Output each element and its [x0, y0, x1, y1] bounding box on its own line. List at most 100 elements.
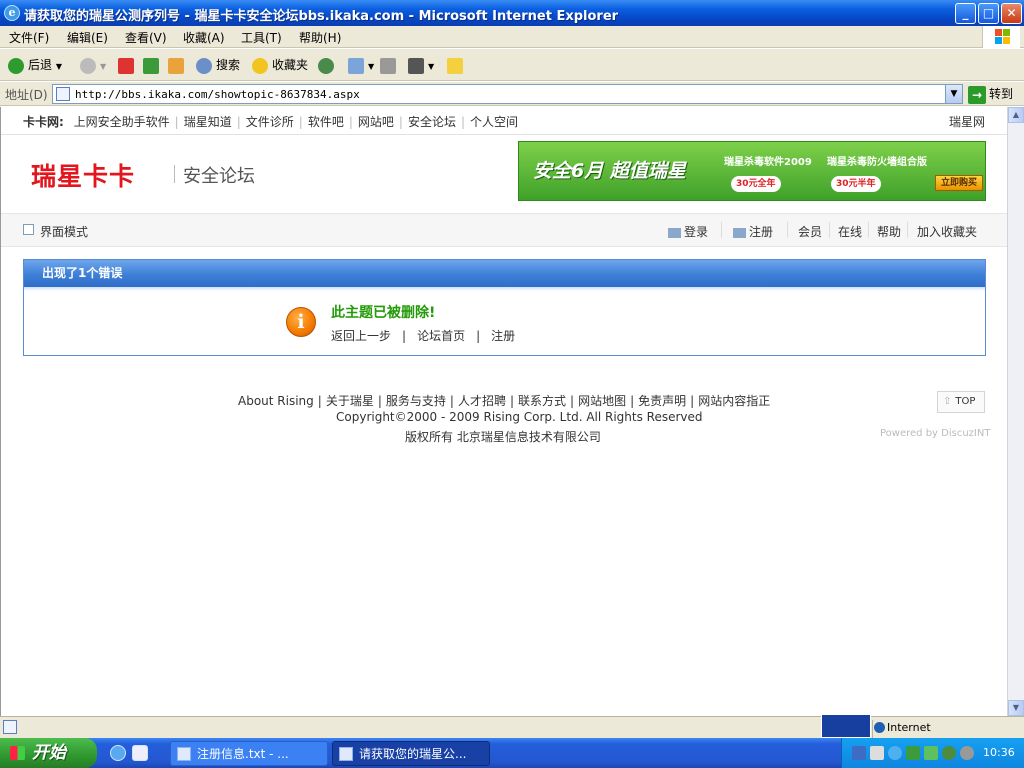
keyboard-language-icon[interactable]: [821, 714, 871, 738]
topnav-link-website-bar[interactable]: 网站吧: [358, 115, 394, 129]
favorites-button[interactable]: 收藏夹: [252, 55, 308, 75]
banner-buy-button[interactable]: 立即购买: [935, 175, 983, 191]
info-icon: i: [286, 307, 316, 337]
forward-button[interactable]: ▼: [80, 55, 106, 75]
start-label: 开始: [32, 743, 66, 763]
back-button[interactable]: 后退 ▼: [8, 55, 62, 75]
windows-taskbar: 开始 注册信息.txt - ... 请获取您的瑞星公... 10:36: [0, 738, 1024, 768]
maximize-button[interactable]: □: [978, 3, 999, 24]
banner-offer1: 30元全年: [731, 176, 781, 192]
go-button[interactable]: → 转到: [968, 84, 1013, 104]
history-button[interactable]: [318, 55, 338, 75]
start-button[interactable]: 开始: [0, 738, 97, 768]
bookmark-link[interactable]: 加入收藏夹: [917, 223, 977, 240]
topnav-link-security-assistant[interactable]: 上网安全助手软件: [74, 115, 170, 129]
help-link[interactable]: 帮助: [877, 223, 901, 240]
topnav-rising-link[interactable]: 瑞星网: [949, 113, 985, 130]
topnav-link-security-forum[interactable]: 安全论坛: [408, 115, 456, 129]
register-action-link[interactable]: 注册: [491, 329, 515, 343]
mail-button[interactable]: ▼: [348, 55, 374, 75]
promo-banner[interactable]: 安全6月 超值瑞星 瑞星杀毒软件2009 瑞星杀毒防火墙组合版 30元全年 30…: [518, 141, 986, 201]
footer-links: About Rising | 关于瑞星 | 服务与支持 | 人才招聘 | 联系方式 | 网站地图 | 免…: [238, 394, 771, 408]
forward-dropdown-icon[interactable]: ▼: [100, 62, 106, 71]
menu-tools[interactable]: 工具(T): [241, 29, 282, 46]
register-label: 注册: [749, 225, 774, 239]
footer-link-contact[interactable]: 联系方式: [518, 394, 566, 408]
speaker-icon[interactable]: [960, 746, 974, 760]
forward-arrow-icon: [80, 57, 96, 74]
address-url: http://bbs.ikaka.com/showtopic-8637834.a…: [75, 88, 360, 101]
company-text: 版权所有 北京瑞星信息技术有限公司: [405, 430, 601, 444]
menu-favorites[interactable]: 收藏(A): [183, 29, 225, 46]
vertical-scrollbar[interactable]: ▲ ▼: [1007, 107, 1024, 716]
network-icon[interactable]: [852, 746, 866, 760]
menu-edit[interactable]: 编辑(E): [67, 29, 108, 46]
login-label: 登录: [684, 225, 709, 239]
window-titlebar[interactable]: e 请获取您的瑞星公测序列号 - 瑞星卡卡安全论坛bbs.ikaka.com -…: [0, 0, 1024, 26]
taskbar-item-notepad[interactable]: 注册信息.txt - ...: [170, 741, 328, 766]
favorites-label: 收藏夹: [272, 58, 309, 72]
menu-view[interactable]: 查看(V): [125, 29, 167, 46]
members-link[interactable]: 会员: [798, 223, 822, 240]
refresh-button[interactable]: [143, 55, 163, 75]
home-button[interactable]: [168, 55, 188, 75]
mail-icon: [348, 57, 364, 74]
umbrella-icon[interactable]: [942, 746, 956, 760]
userbar-divider: [907, 222, 908, 238]
shield-icon[interactable]: [924, 746, 938, 760]
print-button[interactable]: [380, 55, 400, 75]
register-link[interactable]: 注册: [733, 223, 773, 240]
go-arrow-icon: →: [968, 85, 986, 104]
printer-icon[interactable]: [870, 746, 884, 760]
mode-checkbox[interactable]: [23, 224, 34, 235]
search-icon: [196, 57, 212, 74]
forum-home-link[interactable]: 论坛首页: [417, 329, 465, 343]
back-dropdown-icon[interactable]: ▼: [56, 62, 62, 71]
error-actions: 返回上一步 | 论坛首页 | 注册: [331, 329, 516, 343]
taskbar-item-ie[interactable]: 请获取您的瑞星公...: [332, 741, 490, 766]
topnav-link-software-bar[interactable]: 软件吧: [308, 115, 344, 129]
address-input[interactable]: http://bbs.ikaka.com/showtopic-8637834.a…: [52, 84, 963, 104]
notepad-icon: [177, 747, 191, 761]
footer-link-support[interactable]: 服务与支持: [386, 394, 446, 408]
edit-dropdown-icon[interactable]: ▼: [428, 62, 434, 71]
login-icon: [668, 227, 681, 238]
footer-link-about[interactable]: About Rising: [238, 394, 314, 408]
minimize-button[interactable]: _: [955, 3, 976, 24]
page-icon: [56, 87, 70, 101]
ie-tray-icon[interactable]: [888, 746, 902, 760]
footer-link-jobs[interactable]: 人才招聘: [458, 394, 506, 408]
discuss-button[interactable]: [447, 55, 467, 75]
search-button[interactable]: 搜索: [196, 55, 240, 75]
top-label: TOP: [955, 396, 976, 407]
ie-quicklaunch-icon-2[interactable]: [132, 745, 148, 761]
footer-link-about-rising[interactable]: 关于瑞星: [326, 394, 374, 408]
status-bar: Internet: [0, 714, 1024, 738]
go-back-link[interactable]: 返回上一步: [331, 329, 391, 343]
footer-link-sitemap[interactable]: 网站地图: [578, 394, 626, 408]
back-to-top-button[interactable]: ⇧ TOP: [937, 391, 985, 413]
topnav-link-zhidao[interactable]: 瑞星知道: [184, 115, 232, 129]
star-icon: [252, 57, 268, 74]
close-button[interactable]: ✕: [1001, 3, 1022, 24]
online-link[interactable]: 在线: [838, 223, 862, 240]
footer-link-feedback[interactable]: 网站内容指正: [698, 394, 770, 408]
edit-button[interactable]: ▼: [408, 55, 434, 75]
ie-quicklaunch-icon[interactable]: [110, 745, 126, 761]
login-link[interactable]: 登录: [668, 223, 708, 240]
scroll-down-icon[interactable]: ▼: [1008, 700, 1024, 716]
address-dropdown-icon[interactable]: ▼: [945, 85, 962, 103]
scroll-up-icon[interactable]: ▲: [1008, 107, 1024, 123]
green-tray-icon[interactable]: [906, 746, 920, 760]
userbar-divider: [868, 222, 869, 238]
topnav-link-personal-space[interactable]: 个人空间: [470, 115, 518, 129]
topnav-link-file-clinic[interactable]: 文件诊所: [246, 115, 294, 129]
menu-file[interactable]: 文件(F): [9, 29, 49, 46]
footer-link-disclaimer[interactable]: 免责声明: [638, 394, 686, 408]
site-logo[interactable]: 瑞星卡卡: [31, 157, 135, 193]
stop-button[interactable]: [118, 55, 138, 75]
mail-dropdown-icon[interactable]: ▼: [368, 62, 374, 71]
menu-help[interactable]: 帮助(H): [299, 29, 341, 46]
windows-logo-icon: [982, 26, 1020, 48]
ie-task-icon: [339, 747, 353, 761]
